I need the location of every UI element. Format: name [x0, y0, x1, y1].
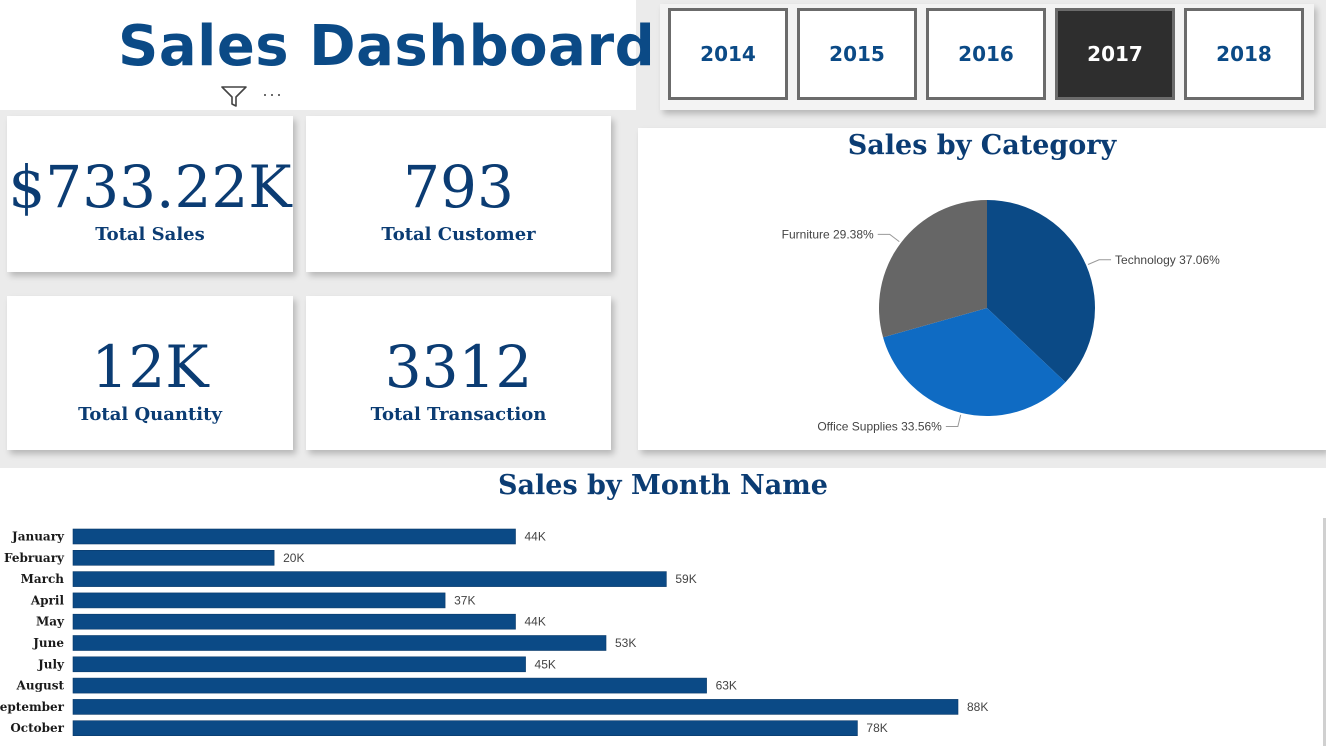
bar-february[interactable] [72, 550, 275, 566]
pie-leader-line [877, 233, 900, 243]
bar-data-label: 63K [716, 679, 737, 693]
kpi-label: Total Customer [381, 224, 536, 245]
year-button-2016[interactable]: 2016 [926, 8, 1046, 100]
bar-data-label: 44K [525, 615, 546, 629]
bar-category-label: June [32, 636, 64, 650]
more-options-icon[interactable]: ··· [262, 84, 288, 104]
bar-data-label: 45K [535, 657, 556, 671]
bar-data-label: 88K [967, 700, 988, 714]
kpi-label: Total Transaction [370, 404, 547, 425]
pie-data-label: Furniture 29.38% [782, 227, 874, 241]
kpi-value: 3312 [384, 333, 533, 401]
kpi-value: $733.22K [8, 153, 292, 221]
bar-january[interactable] [72, 528, 516, 545]
pie-data-label: Office Supplies 33.56% [817, 419, 942, 433]
kpi-value: 793 [403, 153, 514, 221]
bar-august[interactable] [72, 677, 707, 694]
bar-may[interactable] [72, 613, 516, 630]
bar-data-label: 59K [675, 572, 696, 586]
kpi-card-total-sales: $733.22K Total Sales [7, 116, 293, 272]
bar-category-label: September [0, 700, 65, 714]
bar-data-label: 44K [525, 530, 546, 544]
bar-data-label: 53K [615, 636, 636, 650]
kpi-label: Total Quantity [78, 404, 222, 425]
kpi-card-total-quantity: 12K Total Quantity [7, 296, 293, 450]
pie-data-label: Technology 37.06% [1115, 253, 1220, 267]
page-title: Sales Dashboard [118, 14, 656, 79]
kpi-value: 12K [91, 333, 209, 401]
bar-category-label: February [4, 551, 65, 565]
bar-july[interactable] [72, 656, 526, 673]
year-button-2015[interactable]: 2015 [797, 8, 917, 100]
filter-icon[interactable] [221, 86, 247, 108]
bar-data-label: 78K [866, 721, 887, 735]
sales-by-category-panel: Sales by Category Technology 37.06% Offic… [638, 128, 1326, 450]
bar-june[interactable] [72, 635, 607, 651]
bar-chart: January 44K February 20K March 59K April 37K May… [0, 528, 988, 736]
bar-category-label: May [36, 615, 65, 629]
year-button-2018[interactable]: 2018 [1184, 8, 1304, 100]
kpi-card-total-customer: 793 Total Customer [306, 116, 611, 272]
bar-april[interactable] [72, 592, 446, 609]
title-panel: Sales Dashboard ··· [0, 0, 655, 110]
bar-category-label: January [11, 530, 65, 544]
bar-category-label: March [21, 572, 65, 586]
kpi-card-total-transaction: 3312 Total Transaction [306, 296, 611, 450]
pie-leader-line [1087, 259, 1112, 265]
bar-october[interactable] [72, 720, 858, 736]
bar-march[interactable] [72, 571, 667, 587]
pie-chart: Technology 37.06% Office Supplies 33.56% F… [782, 200, 1220, 433]
year-button-2014[interactable]: 2014 [668, 8, 788, 100]
year-slicer: 2014 2015 2016 2017 2018 [660, 4, 1314, 110]
bar-data-label: 37K [454, 593, 475, 607]
bar-category-label: April [30, 593, 65, 607]
bar-september[interactable] [72, 699, 959, 715]
bar-category-label: August [16, 679, 65, 693]
year-button-2017[interactable]: 2017 [1055, 8, 1175, 100]
kpi-label: Total Sales [95, 224, 205, 245]
bar-category-label: October [10, 721, 64, 735]
bar-category-label: July [37, 657, 65, 671]
bar-data-label: 20K [283, 551, 304, 565]
pie-leader-line [945, 414, 962, 427]
sales-by-month-panel: Sales by Month Name January 44K February 20… [0, 468, 1326, 746]
